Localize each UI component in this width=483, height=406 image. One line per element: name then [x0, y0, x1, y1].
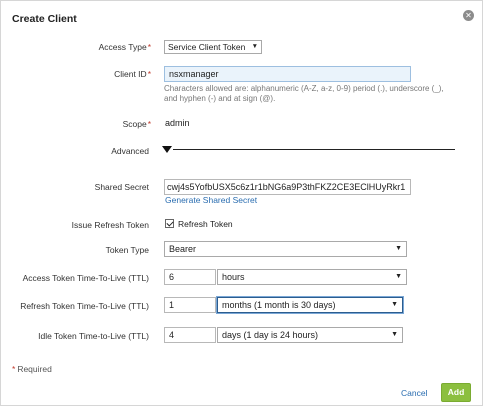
access-ttl-label: Access Token Time-To-Live (TTL) — [22, 273, 149, 283]
required-note: * Required — [12, 364, 52, 374]
shared-secret-label: Shared Secret — [94, 182, 149, 192]
client-id-label: Client ID* — [114, 69, 151, 79]
required-note-text: Required — [17, 364, 52, 374]
token-type-label: Token Type — [105, 245, 149, 255]
dialog-header: Create Client ✕ — [1, 1, 482, 35]
cancel-button[interactable]: Cancel — [401, 388, 427, 398]
refresh-token-checkbox-label: Refresh Token — [178, 219, 233, 229]
client-id-hint: Characters allowed are: alphanumeric (A-… — [164, 84, 444, 103]
access-type-label-text: Access Type — [98, 42, 147, 52]
required-mark: * — [147, 42, 151, 52]
refresh-ttl-unit-select[interactable]: months (1 month is 30 days) ▼ — [217, 297, 403, 313]
access-type-select[interactable]: Service Client Token ▼ — [164, 40, 262, 54]
issue-refresh-token-label: Issue Refresh Token — [71, 220, 149, 230]
chevron-down-icon: ▼ — [251, 43, 258, 50]
refresh-ttl-label: Refresh Token Time-To-Live (TTL) — [20, 301, 149, 311]
generate-shared-secret-link[interactable]: Generate Shared Secret — [165, 195, 257, 205]
chevron-down-icon: ▼ — [391, 301, 398, 308]
scope-label-text: Scope — [122, 119, 147, 129]
chevron-down-icon: ▼ — [391, 331, 398, 338]
create-client-dialog: Create Client ✕ Access Type* Service Cli… — [0, 0, 483, 406]
required-mark: * — [147, 119, 151, 129]
access-ttl-unit-value: hours — [222, 272, 245, 282]
advanced-toggle-icon[interactable] — [162, 146, 172, 153]
shared-secret-input[interactable]: cwj4s5YofbUSX5c6z1r1bNG6a9P3thFKZ2CE3ECl… — [164, 179, 411, 195]
access-type-value: Service Client Token — [168, 42, 246, 52]
idle-ttl-label: Idle Token Time-to-Live (TTL) — [38, 331, 149, 341]
access-ttl-unit-select[interactable]: hours ▼ — [217, 269, 407, 285]
chevron-down-icon: ▼ — [395, 273, 402, 280]
token-type-select[interactable]: Bearer ▼ — [164, 241, 407, 257]
client-id-input[interactable]: nsxmanager — [164, 66, 411, 82]
scope-label: Scope* — [123, 119, 151, 129]
idle-ttl-input[interactable]: 4 — [164, 327, 216, 343]
refresh-token-checkbox[interactable] — [165, 219, 174, 228]
close-icon[interactable]: ✕ — [463, 10, 474, 21]
dialog-title: Create Client — [12, 13, 77, 25]
token-type-value: Bearer — [169, 244, 197, 254]
idle-ttl-unit-select[interactable]: days (1 day is 24 hours) ▼ — [217, 327, 403, 343]
advanced-divider — [173, 149, 455, 150]
chevron-down-icon: ▼ — [395, 245, 402, 252]
required-mark: * — [147, 69, 151, 79]
refresh-ttl-input[interactable]: 1 — [164, 297, 216, 313]
client-id-label-text: Client ID — [114, 69, 147, 79]
advanced-label: Advanced — [111, 146, 149, 156]
idle-ttl-unit-value: days (1 day is 24 hours) — [222, 330, 319, 340]
add-button[interactable]: Add — [441, 383, 471, 402]
access-ttl-input[interactable]: 6 — [164, 269, 216, 285]
required-mark: * — [12, 364, 16, 374]
access-type-label: Access Type* — [99, 42, 151, 52]
refresh-ttl-unit-value: months (1 month is 30 days) — [222, 300, 336, 310]
scope-value: admin — [165, 118, 190, 128]
